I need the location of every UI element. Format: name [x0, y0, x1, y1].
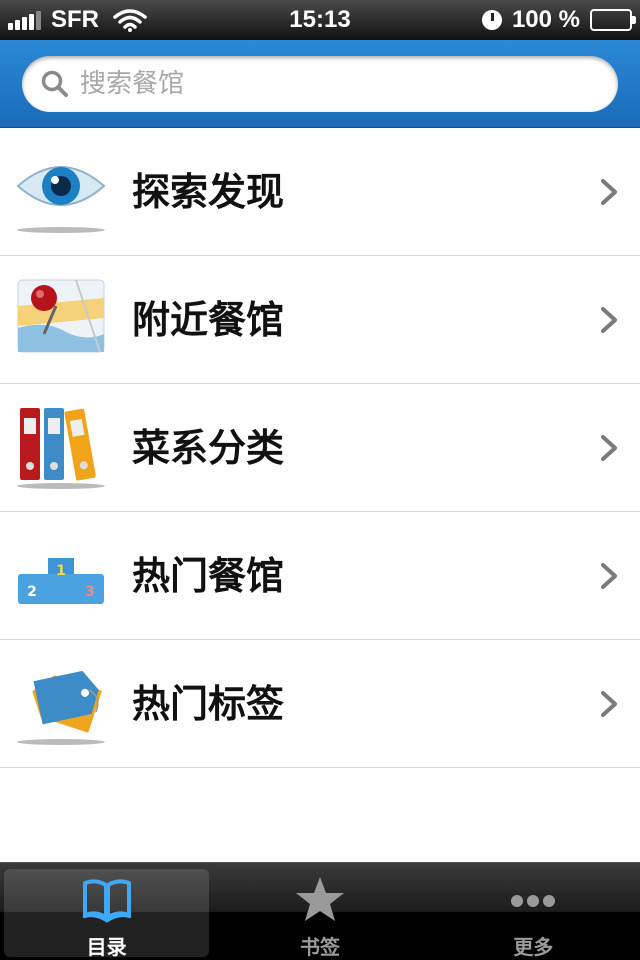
battery-percent: 100 %	[511, 6, 580, 33]
menu-item-label: 附近餐馆	[132, 298, 285, 342]
chevron-right-icon	[601, 691, 617, 717]
menu-item-explore[interactable]: 探索发现	[0, 128, 640, 256]
search-header	[0, 40, 640, 128]
tab-label: 目录	[86, 935, 127, 959]
tab-label: 更多	[513, 935, 554, 959]
menu-item-popular-tags[interactable]: 热门标签	[0, 640, 640, 768]
menu-item-nearby[interactable]: 附近餐馆	[0, 256, 640, 384]
menu-item-popular-restaurants[interactable]: 1 2 3 热门餐馆	[0, 512, 640, 640]
menu-item-label: 探索发现	[132, 170, 285, 214]
search-box[interactable]	[22, 56, 618, 112]
more-dots-icon	[511, 895, 556, 907]
battery-icon	[590, 9, 636, 31]
alarm-clock-icon	[481, 10, 502, 30]
svg-text:3: 3	[85, 584, 95, 600]
status-right: 100 %	[481, 0, 636, 40]
tags-icon	[16, 660, 106, 746]
tab-bar: 目录 书签 更多	[0, 862, 640, 960]
chevron-right-icon	[601, 179, 617, 205]
svg-text:1: 1	[56, 563, 66, 579]
chevron-right-icon	[601, 563, 617, 589]
status-bar: SFR 15:13 100 %	[0, 0, 640, 40]
chevron-right-icon	[601, 307, 617, 333]
star-icon	[295, 877, 344, 921]
menu-item-label: 热门餐馆	[132, 554, 285, 598]
eye-icon	[16, 148, 106, 234]
search-icon	[41, 70, 68, 97]
tab-bookmarks[interactable]: 书签	[213, 863, 426, 960]
map-pin-icon	[16, 276, 106, 362]
tab-label: 书签	[299, 935, 340, 959]
tab-more[interactable]: 更多	[427, 863, 640, 960]
svg-text:2: 2	[27, 584, 37, 600]
menu-item-cuisine[interactable]: 菜系分类	[0, 384, 640, 512]
menu-list: 探索发现 附近餐馆 菜系分类 1 2 3 热门餐馆 热门标签	[0, 128, 640, 768]
binders-icon	[16, 404, 106, 490]
menu-item-label: 菜系分类	[132, 426, 285, 470]
book-icon	[82, 879, 132, 923]
search-input[interactable]	[80, 64, 600, 104]
tab-catalog[interactable]: 目录	[0, 863, 213, 960]
menu-item-label: 热门标签	[132, 682, 285, 726]
chevron-right-icon	[601, 435, 617, 461]
podium-icon: 1 2 3	[16, 532, 106, 618]
